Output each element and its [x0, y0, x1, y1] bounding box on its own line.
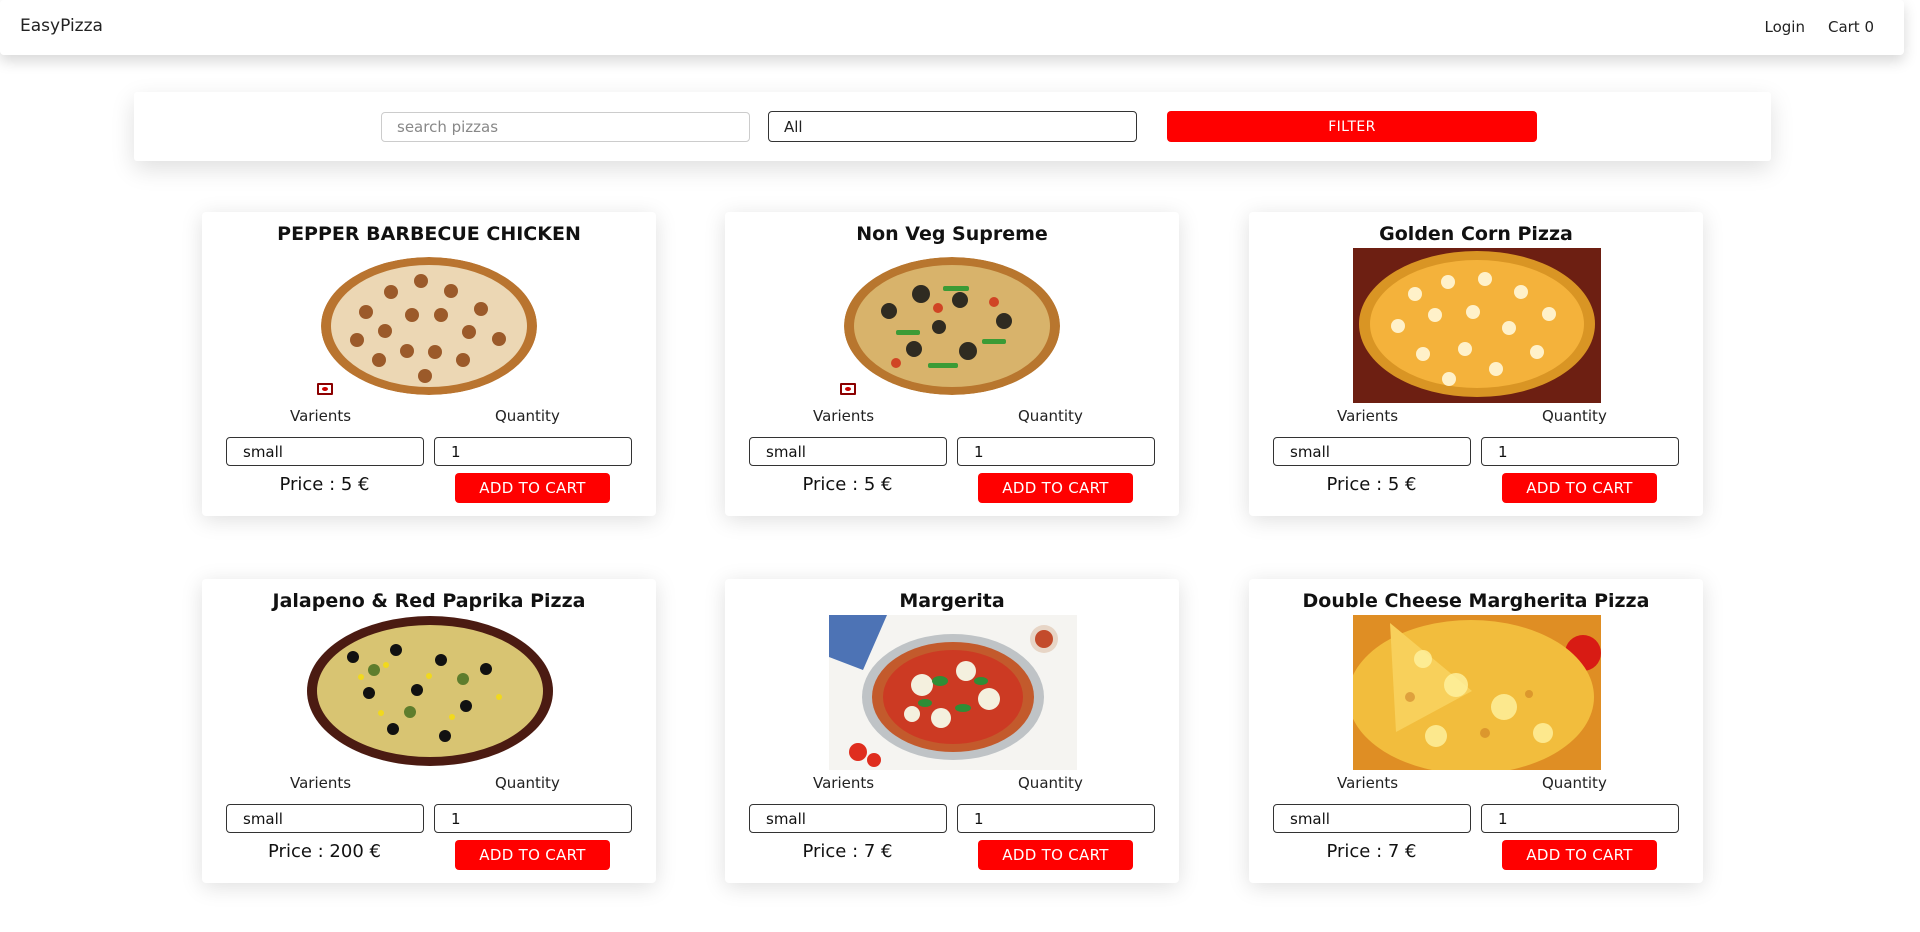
price-label: Price : 5 €	[802, 474, 893, 495]
filter-button[interactable]: FILTER	[1167, 111, 1537, 142]
quantity-select[interactable]: 1	[1481, 437, 1679, 466]
variant-select[interactable]: small	[1273, 437, 1471, 466]
price-label: Price : 5 €	[279, 474, 370, 495]
broken-image-icon	[840, 383, 856, 395]
variant-select[interactable]: small	[749, 437, 947, 466]
pizza-image	[844, 257, 1060, 395]
pizza-card: PEPPER BARBECUE CHICKEN Varients Quantit…	[202, 212, 656, 516]
quantity-label: Quantity	[1018, 774, 1083, 792]
price-label: Price : 5 €	[1326, 474, 1417, 495]
pizza-image	[321, 257, 537, 395]
navbar: EasyPizza Login Cart 0	[0, 0, 1904, 55]
add-to-cart-button[interactable]: ADD TO CART	[978, 473, 1133, 503]
varients-label: Varients	[290, 774, 352, 792]
filter-bar: All FILTER	[134, 92, 1771, 161]
quantity-select[interactable]: 1	[434, 804, 632, 833]
price-label: Price : 200 €	[268, 841, 381, 862]
quantity-label: Quantity	[495, 774, 560, 792]
pizza-title: Jalapeno & Red Paprika Pizza	[272, 590, 586, 612]
quantity-select[interactable]: 1	[957, 437, 1155, 466]
quantity-label: Quantity	[1542, 774, 1607, 792]
pizza-card: Non Veg Supreme Varients Quantity small …	[725, 212, 1179, 516]
search-input[interactable]	[381, 112, 750, 142]
varients-label: Varients	[1337, 407, 1399, 425]
login-link[interactable]: Login	[1765, 18, 1805, 36]
broken-image-icon	[317, 383, 333, 395]
pizza-card: Jalapeno & Red Paprika Pizza Varients Qu…	[202, 579, 656, 883]
price-label: Price : 7 €	[1326, 841, 1417, 862]
pizza-card: Golden Corn Pizza Varients Quantity smal…	[1249, 212, 1703, 516]
variant-select[interactable]: small	[1273, 804, 1471, 833]
varients-label: Varients	[290, 407, 352, 425]
quantity-label: Quantity	[1018, 407, 1083, 425]
pizza-title: Margerita	[899, 590, 1005, 612]
add-to-cart-button[interactable]: ADD TO CART	[978, 840, 1133, 870]
varients-label: Varients	[813, 407, 875, 425]
quantity-select[interactable]: 1	[1481, 804, 1679, 833]
cart-link[interactable]: Cart 0	[1828, 18, 1874, 36]
quantity-select[interactable]: 1	[434, 437, 632, 466]
quantity-label: Quantity	[1542, 407, 1607, 425]
add-to-cart-button[interactable]: ADD TO CART	[1502, 473, 1657, 503]
add-to-cart-button[interactable]: ADD TO CART	[455, 840, 610, 870]
pizza-image	[829, 615, 1077, 770]
pizza-image	[1353, 248, 1601, 403]
pizza-title: Non Veg Supreme	[856, 223, 1048, 245]
add-to-cart-button[interactable]: ADD TO CART	[1502, 840, 1657, 870]
pizza-title: Golden Corn Pizza	[1379, 223, 1573, 245]
add-to-cart-button[interactable]: ADD TO CART	[455, 473, 610, 503]
pizza-title: Double Cheese Margherita Pizza	[1302, 590, 1650, 612]
varients-label: Varients	[813, 774, 875, 792]
brand-link[interactable]: EasyPizza	[20, 16, 103, 36]
quantity-label: Quantity	[495, 407, 560, 425]
variant-select[interactable]: small	[749, 804, 947, 833]
price-label: Price : 7 €	[802, 841, 893, 862]
pizza-title: PEPPER BARBECUE CHICKEN	[277, 223, 581, 245]
pizza-card: Double Cheese Margherita Pizza Varients …	[1249, 579, 1703, 883]
variant-select[interactable]: small	[226, 804, 424, 833]
pizza-card: Margerita Varients Quantity small 1 Pric…	[725, 579, 1179, 883]
varients-label: Varients	[1337, 774, 1399, 792]
variant-select[interactable]: small	[226, 437, 424, 466]
pizza-image	[1353, 615, 1601, 770]
nav-links: Login Cart 0	[1765, 18, 1875, 36]
pizza-image	[306, 615, 554, 770]
quantity-select[interactable]: 1	[957, 804, 1155, 833]
category-select[interactable]: All	[768, 111, 1137, 142]
